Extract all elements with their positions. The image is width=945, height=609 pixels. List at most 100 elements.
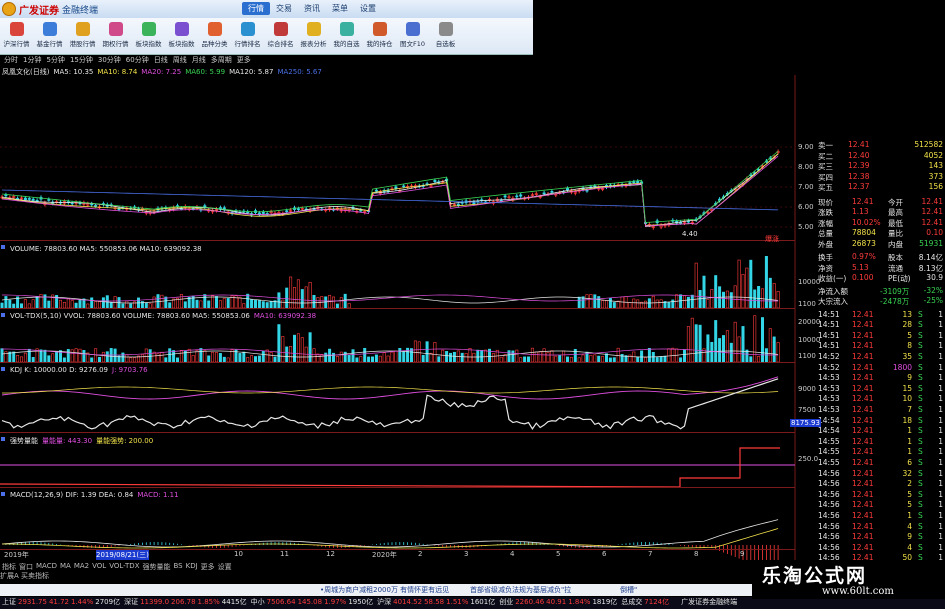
volume-bar bbox=[468, 348, 472, 363]
volume-bar bbox=[604, 353, 608, 363]
volume-bar bbox=[589, 294, 593, 309]
ticker-item[interactable]: 沪深 4014.52 58.58 1.51% 1601亿 bbox=[377, 597, 495, 609]
indicator-tab[interactable]: 设置 bbox=[218, 562, 232, 571]
stat-label: 今开 bbox=[888, 197, 903, 207]
tick-volume: 1 bbox=[907, 447, 912, 457]
toolbar-button[interactable]: 综合排名 bbox=[264, 18, 297, 54]
ticker-item[interactable]: 深证 11399.0 206.78 1.85% 4415亿 bbox=[124, 597, 247, 609]
period-option[interactable]: 30分钟 bbox=[98, 55, 121, 66]
candle-body bbox=[519, 194, 523, 197]
period-option[interactable]: 月线 bbox=[192, 55, 206, 66]
tick-count: 1 bbox=[938, 532, 943, 542]
tick-price: 12.41 bbox=[852, 532, 874, 542]
tick-volume: 28 bbox=[902, 320, 912, 330]
toolbar-button[interactable]: 品种分类 bbox=[198, 18, 231, 54]
volume-bar bbox=[168, 348, 172, 363]
toolbar-button[interactable]: 我的持仓 bbox=[363, 18, 396, 54]
tick-side: S bbox=[918, 510, 923, 520]
indicator-tab[interactable]: 强势量能 bbox=[142, 562, 170, 571]
ticker-item[interactable]: 中小 7506.64 145.08 1.97% 1950亿 bbox=[251, 597, 374, 609]
indicator-tab[interactable]: VOL-TDX bbox=[109, 562, 139, 571]
indicator-tab[interactable]: MACD bbox=[36, 562, 57, 571]
order-volume: 512582 bbox=[914, 140, 943, 149]
indicator-tab[interactable]: MA bbox=[60, 562, 71, 571]
kdj-j-line bbox=[1, 376, 779, 400]
indicator-tab[interactable]: KDJ bbox=[186, 562, 198, 571]
volume-bar bbox=[187, 296, 191, 309]
volume-ma-line bbox=[1, 348, 779, 356]
top-menu-item[interactable]: 设置 bbox=[354, 2, 382, 15]
top-menu-item[interactable]: 行情 bbox=[242, 2, 270, 15]
ticker-item[interactable]: 上证 2931.75 41.72 1.44% 2709亿 bbox=[2, 597, 120, 609]
ticker-item[interactable]: 创业 2260.46 40.91 1.84% 1819亿 bbox=[499, 597, 617, 609]
news-item-1[interactable]: •周城为商户减租2000万 有情怀更有远见 bbox=[320, 585, 449, 595]
toolbar-icon bbox=[108, 22, 123, 36]
indicator-tab[interactable]: 指标 bbox=[2, 562, 16, 571]
tick-time: 14:54 bbox=[818, 415, 840, 425]
period-option[interactable]: 更多 bbox=[237, 55, 251, 66]
volume-bar bbox=[281, 299, 285, 309]
period-option[interactable]: 5分钟 bbox=[46, 55, 64, 66]
volume-bar bbox=[203, 350, 207, 363]
indicator-tab[interactable]: MA2 bbox=[74, 562, 89, 571]
toolbar-button[interactable]: 港股行情 bbox=[66, 18, 99, 54]
tick-row: 14:56 12.41 5 S 1 bbox=[814, 500, 945, 509]
volume-bar bbox=[23, 299, 27, 309]
volume-bar bbox=[710, 289, 714, 309]
period-option[interactable]: 1分钟 bbox=[23, 55, 41, 66]
ticker-value: 4014.52 bbox=[393, 598, 423, 606]
period-option[interactable]: 15分钟 bbox=[70, 55, 93, 66]
volume-bar bbox=[507, 350, 511, 363]
tick-count: 1 bbox=[938, 521, 943, 531]
volume-bar bbox=[679, 294, 683, 309]
news-item-2[interactable]: 首部省级减负法规为基层减负"拉 bbox=[470, 585, 571, 595]
toolbar-button[interactable]: 基金行情 bbox=[33, 18, 66, 54]
toolbar-button[interactable]: 图文F10 bbox=[396, 18, 429, 54]
toolbar-button[interactable]: 板块指数 bbox=[132, 18, 165, 54]
toolbar-button[interactable]: 板块指数 bbox=[165, 18, 198, 54]
period-option[interactable]: 多周期 bbox=[211, 55, 232, 66]
volume-bar bbox=[199, 300, 203, 309]
top-menu-item[interactable]: 资讯 bbox=[298, 2, 326, 15]
volume-bar bbox=[238, 296, 242, 309]
volume-bar bbox=[289, 276, 293, 309]
volume-bar bbox=[222, 298, 226, 309]
indicator-tab[interactable]: 窗口 bbox=[19, 562, 33, 571]
period-option[interactable]: 日线 bbox=[154, 55, 168, 66]
panel-divider bbox=[0, 487, 795, 488]
toolbar-button[interactable]: 报表分析 bbox=[297, 18, 330, 54]
tick-time: 14:51 bbox=[818, 341, 840, 351]
period-option[interactable]: 周线 bbox=[173, 55, 187, 66]
volume-bar bbox=[608, 298, 612, 309]
stat-label: 最高 bbox=[888, 208, 903, 217]
macd-dif-line bbox=[1, 519, 779, 548]
toolbar-button[interactable]: 我的自选 bbox=[330, 18, 363, 54]
fund-strength-line bbox=[0, 447, 780, 488]
extension-tabs[interactable]: 扩展A 买卖指标 bbox=[0, 571, 49, 581]
period-option[interactable]: 60分钟 bbox=[126, 55, 149, 66]
toolbar-button[interactable]: 自选板 bbox=[429, 18, 462, 54]
indicator-tab[interactable]: BS bbox=[173, 562, 182, 571]
y-axis-label: 1100 bbox=[798, 300, 816, 308]
top-menu-item[interactable]: 菜单 bbox=[326, 2, 354, 15]
tick-row: 14:51 12.41 28 S 1 bbox=[814, 320, 945, 329]
volume-bar bbox=[339, 297, 343, 309]
volume-bar bbox=[172, 350, 176, 363]
volume-bar bbox=[698, 324, 702, 363]
tick-row: 14:55 12.41 1 S 1 bbox=[814, 437, 945, 446]
indicator-tab[interactable]: 更多 bbox=[201, 562, 215, 571]
toolbar-button[interactable]: 沪深行情 bbox=[0, 18, 33, 54]
stat-value: 0.100 bbox=[852, 273, 874, 282]
tick-volume: 1800 bbox=[892, 362, 912, 372]
volume-bar bbox=[593, 294, 597, 309]
period-option[interactable]: 分时 bbox=[4, 55, 18, 66]
top-menu-item[interactable]: 交易 bbox=[270, 2, 298, 15]
toolbar-button[interactable]: 行情排名 bbox=[231, 18, 264, 54]
quote-stat-row: 涨跌 1.13 最高 12.41 bbox=[814, 207, 945, 217]
tick-volume: 1 bbox=[907, 510, 912, 520]
tick-volume: 7 bbox=[907, 404, 912, 414]
toolbar-button[interactable]: 期权行情 bbox=[99, 18, 132, 54]
ticker-item[interactable]: 总成交 7124亿 bbox=[621, 597, 671, 609]
volume-bar bbox=[331, 296, 335, 309]
indicator-tab[interactable]: VOL bbox=[92, 562, 106, 571]
